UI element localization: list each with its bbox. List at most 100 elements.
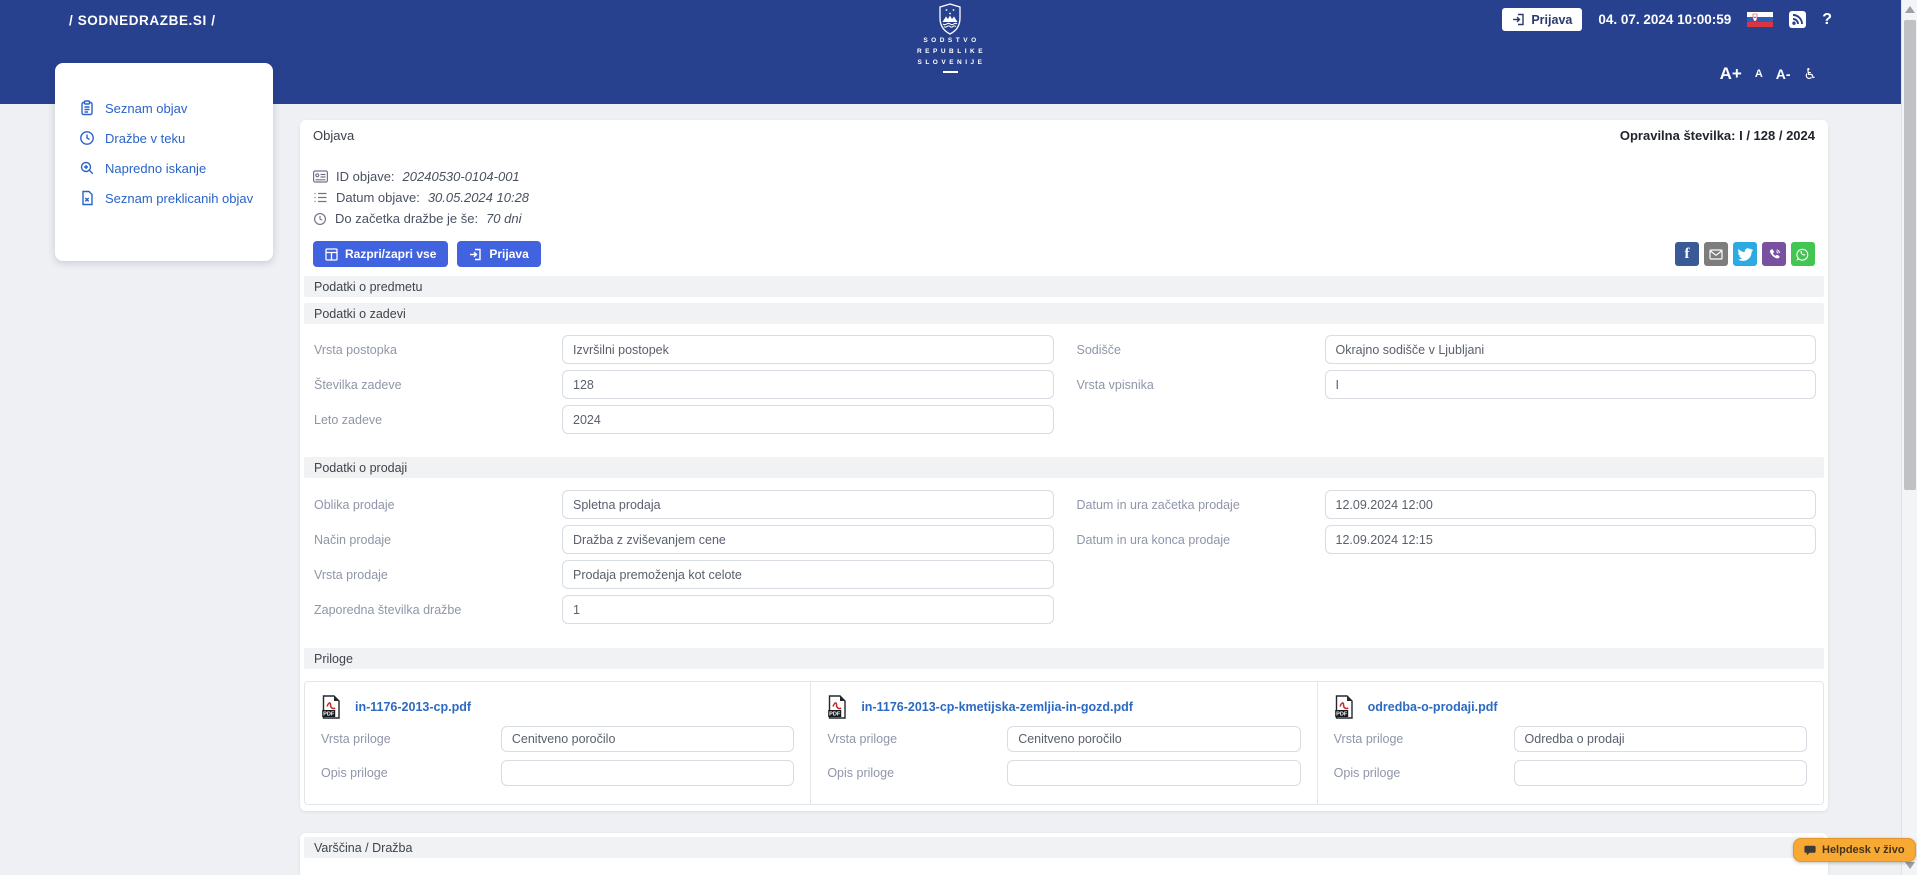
field-label: Vrsta priloge	[827, 732, 1007, 746]
clock-icon	[313, 212, 327, 226]
attachment-type-input[interactable]	[1007, 726, 1300, 752]
field-label: Datum in ura konca prodaje	[1070, 533, 1325, 547]
attachment-type-row: Vrsta priloge	[827, 726, 1300, 752]
attachment-item: PDF odredba-o-prodaji.pdf Vrsta priloge …	[1318, 682, 1823, 804]
email-icon	[1709, 249, 1723, 260]
section-header-priloge[interactable]: Priloge	[304, 648, 1824, 669]
helpdesk-label: Helpdesk v živo	[1822, 844, 1905, 856]
share-viber-button[interactable]	[1762, 242, 1786, 266]
attachment-item: PDF in-1176-2013-cp.pdf Vrsta priloge Op…	[305, 682, 811, 804]
scrollbar-up-arrow-icon[interactable]	[1905, 6, 1915, 13]
section-title: Varščina / Dražba	[314, 841, 412, 855]
field-input-vrsta-prodaje[interactable]	[562, 560, 1054, 589]
live-helpdesk-button[interactable]: Helpdesk v živo	[1793, 838, 1916, 862]
field-input-zaporedna-stevilka-drazbe[interactable]	[562, 595, 1054, 624]
field-input-datum-konca-prodaje[interactable]	[1325, 525, 1817, 554]
field-nacin-prodaje: Način prodaje	[307, 525, 1054, 554]
field-input-vrsta-vpisnika[interactable]	[1325, 370, 1817, 399]
field-input-datum-zacetka-prodaje[interactable]	[1325, 490, 1817, 519]
field-input-nacin-prodaje[interactable]	[562, 525, 1054, 554]
scrollbar-down-arrow-icon[interactable]	[1905, 862, 1915, 869]
section-header-podatki-o-prodaji[interactable]: Podatki o prodaji	[304, 457, 1824, 478]
meta-date-row: Datum objave: 30.05.2024 10:28	[313, 187, 529, 208]
field-oblika-prodaje: Oblika prodaje	[307, 490, 1054, 519]
section-header-podatki-o-zadevi[interactable]: Podatki o zadevi	[304, 303, 1824, 324]
site-logo[interactable]: / SODNEDRAZBE.SI /	[69, 13, 216, 28]
sidebar-item-drazbe-v-teku[interactable]: Dražbe v teku	[55, 123, 273, 153]
attachment-type-input[interactable]	[501, 726, 794, 752]
meta-id-row: ID objave: 20240530-0104-001	[313, 166, 529, 187]
sidebar-item-seznam-objav[interactable]: Seznam objav	[55, 93, 273, 123]
field-input-oblika-prodaje[interactable]	[562, 490, 1054, 519]
page-title: Objava	[313, 128, 354, 143]
field-input-sodisce[interactable]	[1325, 335, 1817, 364]
field-stevilka-zadeve: Številka zadeve	[307, 370, 1054, 399]
field-datum-zacetka-prodaje: Datum in ura začetka prodaje	[1070, 490, 1817, 519]
login-button[interactable]: Prijava	[457, 241, 540, 267]
section-header-varscina-drazba[interactable]: Varščina / Dražba	[304, 837, 1824, 858]
varscina-drazba-card: Varščina / Dražba	[300, 833, 1828, 875]
field-label: Vrsta priloge	[321, 732, 501, 746]
rss-icon[interactable]	[1789, 11, 1806, 28]
clock-datetime: 04. 07. 2024 10:00:59	[1598, 12, 1731, 27]
publication-meta: ID objave: 20240530-0104-001 Datum objav…	[313, 166, 529, 229]
share-whatsapp-button[interactable]	[1791, 242, 1815, 266]
clock-icon	[79, 130, 95, 146]
slovenian-flag-icon[interactable]	[1747, 12, 1773, 27]
svg-text:PDF: PDF	[1336, 711, 1348, 717]
header-login-button[interactable]: Prijava	[1502, 8, 1582, 31]
attachment-type-row: Vrsta priloge	[321, 726, 794, 752]
font-decrease-button[interactable]: A-	[1776, 66, 1791, 82]
svg-text:PDF: PDF	[323, 711, 335, 717]
field-label: Vrsta prodaje	[307, 568, 562, 582]
section-title: Podatki o prodaji	[314, 461, 407, 475]
publication-card: Objava Opravilna številka: I / 128 / 202…	[300, 120, 1828, 811]
share-twitter-button[interactable]	[1733, 242, 1757, 266]
font-normal-button[interactable]: A	[1755, 68, 1763, 80]
attachment-description-input[interactable]	[1007, 760, 1300, 786]
meta-countdown-row: Do začetka dražbe je še: 70 dni	[313, 208, 529, 229]
field-input-vrsta-postopka[interactable]	[562, 335, 1054, 364]
sidebar: Seznam objav Dražbe v teku Napredno iska…	[55, 63, 273, 261]
field-input-stevilka-zadeve[interactable]	[562, 370, 1054, 399]
field-label: Opis priloge	[827, 766, 1007, 780]
action-buttons: Razpri/zapri vse Prijava	[313, 241, 541, 267]
section-header-podatki-o-predmetu[interactable]: Podatki o predmetu	[304, 276, 1824, 297]
share-email-button[interactable]	[1704, 242, 1728, 266]
field-vrsta-prodaje: Vrsta prodaje	[307, 560, 1054, 589]
attachment-type-input[interactable]	[1514, 726, 1807, 752]
list-icon	[313, 191, 328, 204]
attachment-file-link[interactable]: odredba-o-prodaji.pdf	[1368, 700, 1498, 714]
meta-value: 20240530-0104-001	[403, 169, 520, 184]
whatsapp-icon	[1796, 247, 1810, 261]
svg-text:PDF: PDF	[829, 711, 841, 717]
sidebar-item-seznam-preklicanih-objav[interactable]: Seznam preklicanih objav	[55, 183, 273, 213]
help-icon[interactable]: ?	[1822, 11, 1832, 29]
page: / SODNEDRAZBE.SI / SODSTVO REPUBLIKE SLO…	[0, 0, 1917, 875]
field-label: Vrsta postopka	[307, 343, 562, 357]
field-label: Leto zadeve	[307, 413, 562, 427]
expand-collapse-all-button[interactable]: Razpri/zapri vse	[313, 241, 448, 267]
chat-bubble-icon	[1804, 845, 1816, 856]
emblem-text-line: SLOVENIJE	[900, 57, 1000, 68]
page-scrollbar[interactable]	[1901, 0, 1917, 875]
meta-label: ID objave:	[336, 169, 395, 184]
meta-label: Datum objave:	[336, 190, 420, 205]
field-input-leto-zadeve[interactable]	[562, 405, 1054, 434]
pdf-file-icon: PDF	[1334, 695, 1354, 719]
scrollbar-thumb[interactable]	[1904, 20, 1916, 490]
attachment-file-link[interactable]: in-1176-2013-cp-kmetijska-zemljia-in-goz…	[861, 700, 1133, 714]
field-label: Številka zadeve	[307, 378, 562, 392]
share-facebook-button[interactable]: f	[1675, 242, 1699, 266]
sidebar-item-label: Dražbe v teku	[105, 131, 185, 146]
field-label: Način prodaje	[307, 533, 562, 547]
font-increase-button[interactable]: A+	[1720, 64, 1742, 84]
attachments-container: PDF in-1176-2013-cp.pdf Vrsta priloge Op…	[304, 681, 1824, 805]
field-label: Sodišče	[1070, 343, 1325, 357]
accessibility-icon[interactable]: ♿	[1804, 67, 1817, 82]
attachment-description-input[interactable]	[1514, 760, 1807, 786]
attachment-description-row: Opis priloge	[1334, 760, 1807, 786]
attachment-description-input[interactable]	[501, 760, 794, 786]
attachment-file-link[interactable]: in-1176-2013-cp.pdf	[355, 700, 471, 714]
sidebar-item-napredno-iskanje[interactable]: Napredno iskanje	[55, 153, 273, 183]
